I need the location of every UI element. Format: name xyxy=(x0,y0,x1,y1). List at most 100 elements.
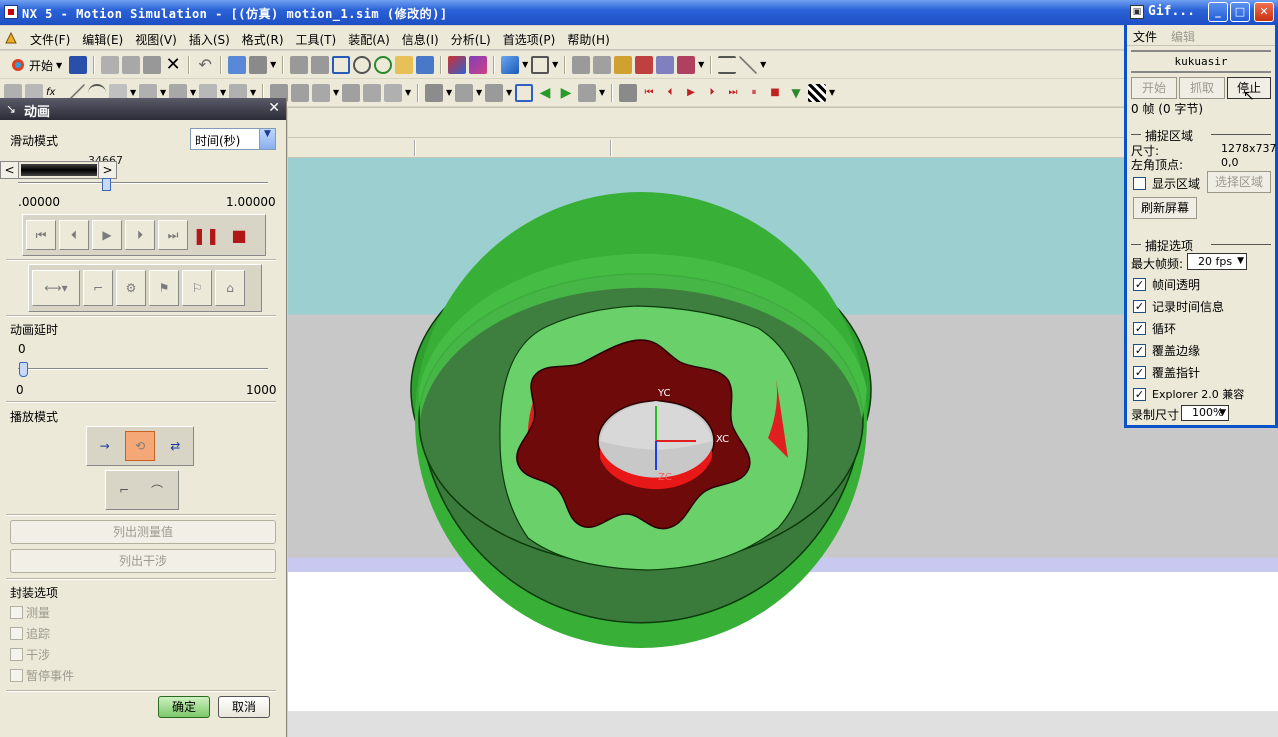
snap-icon[interactable] xyxy=(249,56,268,74)
magnify-icon[interactable] xyxy=(353,56,372,74)
force-icon[interactable] xyxy=(455,84,473,102)
select-icon[interactable] xyxy=(228,56,247,74)
assembly-tool-icon[interactable]: ⌂ xyxy=(215,270,245,306)
fit-icon[interactable] xyxy=(290,56,309,74)
gif-option-loop[interactable]: ✓ 循环 xyxy=(1133,320,1176,337)
close-icon[interactable]: ✕ xyxy=(1254,2,1274,22)
option-pause-event[interactable]: 暂停事件 xyxy=(10,667,74,684)
anim-first-icon[interactable]: ⏮ xyxy=(640,84,658,102)
anim-pause-icon[interactable]: ⏸ xyxy=(745,84,763,102)
undo-icon[interactable]: ↶ xyxy=(196,56,214,74)
checkbox-checked-icon[interactable]: ✓ xyxy=(1133,300,1146,313)
last-frame-icon[interactable]: ⏭ xyxy=(158,220,188,250)
pause-icon[interactable]: ❚❚ xyxy=(191,220,221,250)
step-forward-icon[interactable]: ⏵ xyxy=(125,220,155,250)
checkbox[interactable] xyxy=(10,627,23,640)
explode-tool-icon[interactable]: ⚐ xyxy=(182,270,212,306)
minimize-icon[interactable]: _ xyxy=(1208,2,1228,22)
arrow-left-green-icon[interactable]: ◀ xyxy=(536,84,554,102)
checkbox[interactable] xyxy=(10,669,23,682)
trace-tool-icon[interactable]: ⌐ xyxy=(83,270,113,306)
anim-play-icon[interactable]: ▶ xyxy=(682,84,700,102)
stop-icon[interactable]: ■ xyxy=(224,220,254,250)
anim-stop-gray-icon[interactable] xyxy=(619,84,637,102)
menu-format[interactable]: 格式(R) xyxy=(236,31,290,48)
rotate-icon[interactable] xyxy=(374,56,393,74)
loop-icon[interactable]: ⟲ xyxy=(125,431,155,461)
joint-icon[interactable] xyxy=(291,84,309,102)
list-interference-button[interactable]: 列出干涉 xyxy=(10,549,276,573)
copy-icon[interactable] xyxy=(122,56,141,74)
anim-last-icon[interactable]: ⏭ xyxy=(724,84,742,102)
checkbox[interactable] xyxy=(1133,177,1146,190)
paste-icon[interactable] xyxy=(143,56,162,74)
trace-path-icon[interactable]: ⌐ xyxy=(109,475,139,505)
selection-filter-icon[interactable] xyxy=(572,56,591,74)
anim-prev-icon[interactable]: ⏴ xyxy=(661,84,679,102)
checkbox-checked-icon[interactable]: ✓ xyxy=(1133,344,1146,357)
delete-icon[interactable]: ✕ xyxy=(164,56,182,74)
save-icon[interactable] xyxy=(69,56,88,74)
gif-menu-file[interactable]: 文件 xyxy=(1133,28,1157,45)
marker-icon[interactable] xyxy=(425,84,443,102)
checkbox[interactable] xyxy=(10,606,23,619)
select-component-icon[interactable] xyxy=(677,56,696,74)
select-feature-icon[interactable] xyxy=(656,56,675,74)
coupler-icon[interactable] xyxy=(342,84,360,102)
step-back-icon[interactable]: ⏴ xyxy=(59,220,89,250)
orient-view-icon[interactable] xyxy=(531,56,550,74)
zoom-box-icon[interactable] xyxy=(311,56,330,74)
select-area-button[interactable]: 选择区域 xyxy=(1207,171,1271,193)
perspective-icon[interactable] xyxy=(416,56,435,74)
option-trace[interactable]: 追踪 xyxy=(10,625,50,642)
start-button[interactable]: 开始 ▼ xyxy=(6,55,66,75)
max-fps-select[interactable]: 20 fps ▼ xyxy=(1187,253,1247,270)
list-measurements-button[interactable]: 列出测量值 xyxy=(10,520,276,544)
checkbox-checked-icon[interactable]: ✓ xyxy=(1133,322,1146,335)
first-frame-icon[interactable]: ⏮ xyxy=(26,220,56,250)
measure-angle-icon[interactable] xyxy=(739,56,758,74)
checkbox-checked-icon[interactable]: ✓ xyxy=(1133,387,1146,401)
option-measure[interactable]: 测量 xyxy=(10,604,50,621)
menu-insert[interactable]: 插入(S) xyxy=(183,31,236,48)
menu-assembly[interactable]: 装配(A) xyxy=(342,31,396,48)
refresh-screen-button[interactable]: 刷新屏幕 xyxy=(1133,197,1197,219)
gear-pair-icon[interactable] xyxy=(363,84,381,102)
record-size-select[interactable]: 100% ▼ xyxy=(1181,405,1229,421)
pan-icon[interactable] xyxy=(395,56,414,74)
solver-icon[interactable] xyxy=(578,84,596,102)
gif-option-time-info[interactable]: ✓ 记录时间信息 xyxy=(1133,298,1224,315)
show-area-checkbox[interactable]: 显示区域 xyxy=(1133,175,1200,192)
contact-icon[interactable] xyxy=(515,84,533,102)
menu-help[interactable]: 帮助(H) xyxy=(561,31,615,48)
cut-icon[interactable] xyxy=(101,56,120,74)
gif-menu-edit[interactable]: 编辑 xyxy=(1171,28,1195,45)
play-once-icon[interactable]: → xyxy=(90,431,119,461)
marker-tool-icon[interactable]: ⚑ xyxy=(149,270,179,306)
slider-scrollbar[interactable]: < > xyxy=(0,161,117,179)
scroll-right-icon[interactable]: > xyxy=(98,162,116,178)
anim-next-icon[interactable]: ⏵ xyxy=(703,84,721,102)
interference-tool-icon[interactable]: ⚙ xyxy=(116,270,146,306)
option-interference[interactable]: 干涉 xyxy=(10,646,50,663)
finish-flag-icon[interactable] xyxy=(808,84,826,102)
anim-stop-icon[interactable]: ■ xyxy=(766,84,784,102)
face-analysis-icon[interactable] xyxy=(469,56,488,74)
menu-analysis[interactable]: 分析(L) xyxy=(445,31,497,48)
select-body-icon[interactable] xyxy=(635,56,654,74)
time-slider-thumb[interactable] xyxy=(102,178,111,191)
shaded-view-icon[interactable] xyxy=(501,56,520,74)
scroll-thumb[interactable] xyxy=(21,164,97,176)
gif-option-transparent[interactable]: ✓ 帧间透明 xyxy=(1133,276,1200,293)
menu-file[interactable]: 文件(F) xyxy=(24,31,76,48)
select-face-icon[interactable] xyxy=(593,56,612,74)
gif-start-button[interactable]: 开始 xyxy=(1131,77,1177,99)
anim-options-icon[interactable]: ▼ xyxy=(787,84,805,102)
ok-button[interactable]: 确定 xyxy=(158,696,210,718)
delay-slider-track[interactable] xyxy=(18,368,268,370)
menu-info[interactable]: 信息(I) xyxy=(396,31,445,48)
arrow-right-green-icon[interactable]: ▶ xyxy=(557,84,575,102)
zoom-icon[interactable] xyxy=(332,56,351,74)
connector-icon[interactable] xyxy=(312,84,330,102)
reverse-icon[interactable]: ⇄ xyxy=(161,431,190,461)
